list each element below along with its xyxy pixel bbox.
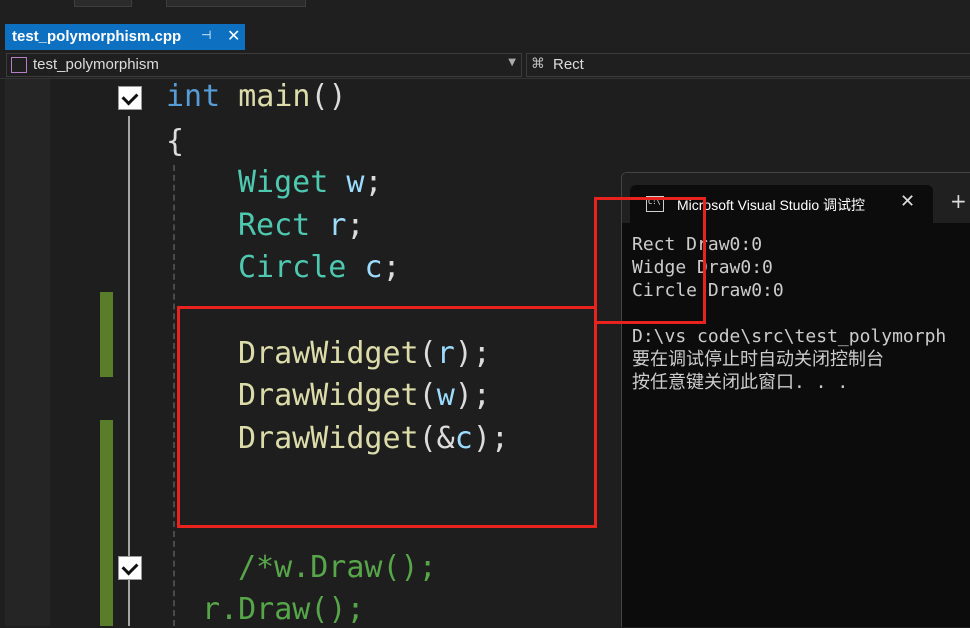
annotation-box-output [594, 197, 706, 324]
annotation-box-code [177, 306, 597, 528]
project-label: test_polymorphism [33, 56, 159, 73]
code-line-brace: { [166, 124, 185, 159]
close-icon[interactable]: ✕ [900, 191, 915, 212]
console-title: Microsoft Visual Studio 调试控 [677, 197, 866, 213]
code-line-wiget: Wiget w; [238, 165, 383, 200]
chevron-down-icon: ▼ [508, 57, 516, 68]
change-indicator [100, 292, 113, 377]
fold-toggle-icon[interactable] [118, 556, 142, 580]
toolbar-segment [74, 0, 132, 7]
code-line-rdraw: r.Draw(); [202, 592, 365, 627]
toolbar-segment [166, 0, 306, 7]
fold-toggle-icon[interactable] [118, 86, 142, 110]
pin-icon[interactable]: ⊣ [201, 28, 211, 42]
editor-margin [5, 79, 50, 626]
toolbar-strip [0, 0, 970, 24]
code-line-comment: /*w.Draw(); [238, 550, 437, 585]
project-icon [11, 57, 27, 73]
navigation-bar: test_polymorphism ▼ ⌘ Rect [0, 50, 970, 79]
fold-line [128, 116, 130, 626]
document-tab-strip: test_polymorphism.cpp ⊣ ✕ [0, 24, 970, 50]
tab-test-polymorphism[interactable]: test_polymorphism.cpp ⊣ ✕ [5, 24, 245, 50]
console-line: 要在调试停止时自动关闭控制台 [632, 349, 884, 370]
new-tab-icon[interactable]: + [950, 189, 967, 213]
code-line-rect: Rect r; [238, 208, 365, 243]
close-icon[interactable]: ✕ [227, 26, 240, 45]
change-indicator [100, 420, 113, 626]
tab-title: test_polymorphism.cpp [12, 28, 182, 45]
console-line: 按任意键关闭此窗口. . . [632, 372, 849, 393]
scope-dropdown[interactable]: ⌘ Rect [526, 53, 970, 77]
class-icon: ⌘ [531, 56, 545, 72]
indent-guide [173, 165, 175, 626]
scope-label: Rect [553, 56, 584, 73]
code-line-main: int main() [166, 79, 347, 114]
console-line: D:\vs code\src\test_polymorph [632, 326, 947, 347]
code-line-circle: Circle c; [238, 250, 401, 285]
project-dropdown[interactable]: test_polymorphism ▼ [6, 53, 522, 77]
